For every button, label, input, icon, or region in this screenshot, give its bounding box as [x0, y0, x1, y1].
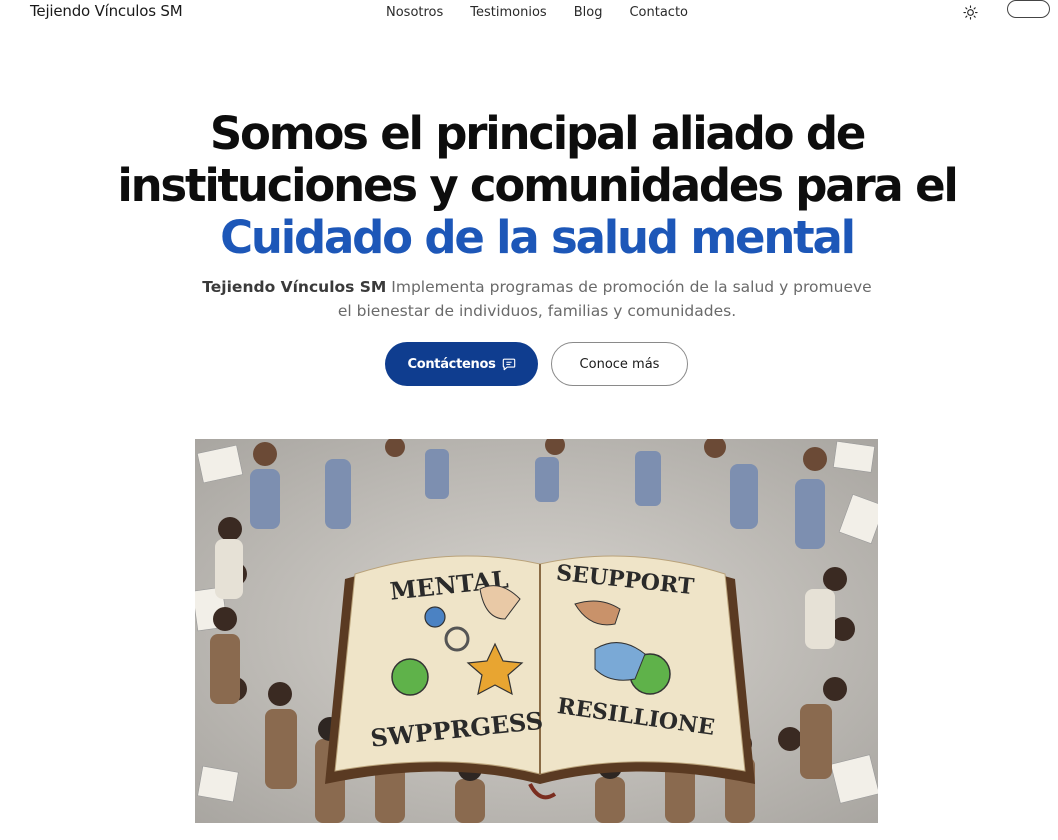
hero-title: Somos el principal aliado de institucion… — [0, 108, 1058, 264]
nav-item-testimonios[interactable]: Testimonios — [470, 5, 546, 20]
subtitle-text: Implementa programas de promoción de la … — [337, 278, 872, 320]
site-header: Tejiendo Vínculos SM Nosotros Testimonio… — [0, 0, 1058, 26]
nav-item-nosotros[interactable]: Nosotros — [386, 5, 443, 20]
hero-title-line2: instituciones y comunidades para el — [117, 159, 958, 212]
subtitle-brand: Tejiendo Vínculos SM — [202, 278, 387, 296]
nav-item-contacto[interactable]: Contacto — [629, 5, 688, 20]
contact-button-label: Contáctenos — [407, 356, 496, 372]
brand-logo[interactable]: Tejiendo Vínculos SM — [30, 2, 183, 20]
theme-toggle[interactable] — [1007, 0, 1050, 18]
main-nav: Nosotros Testimonios Blog Contacto — [386, 5, 688, 20]
hero-subtitle: Tejiendo Vínculos SM Implementa programa… — [200, 275, 874, 323]
open-book: MENTAL SEUPPORT SWPPRGESS RESILLIONE — [325, 555, 755, 800]
sun-icon[interactable] — [963, 5, 978, 20]
hero-illustration: MENTAL SEUPPORT SWPPRGESS RESILLIONE — [195, 439, 878, 823]
message-icon — [502, 358, 515, 371]
hero-title-line1: Somos el principal aliado de — [209, 107, 867, 160]
contact-button[interactable]: Contáctenos — [385, 342, 538, 386]
nav-item-blog[interactable]: Blog — [574, 5, 603, 20]
hero-title-accent: Cuidado de la salud mental — [220, 211, 856, 264]
book-illustration: MENTAL SEUPPORT SWPPRGESS RESILLIONE — [195, 439, 878, 823]
learn-more-button[interactable]: Conoce más — [551, 342, 688, 386]
